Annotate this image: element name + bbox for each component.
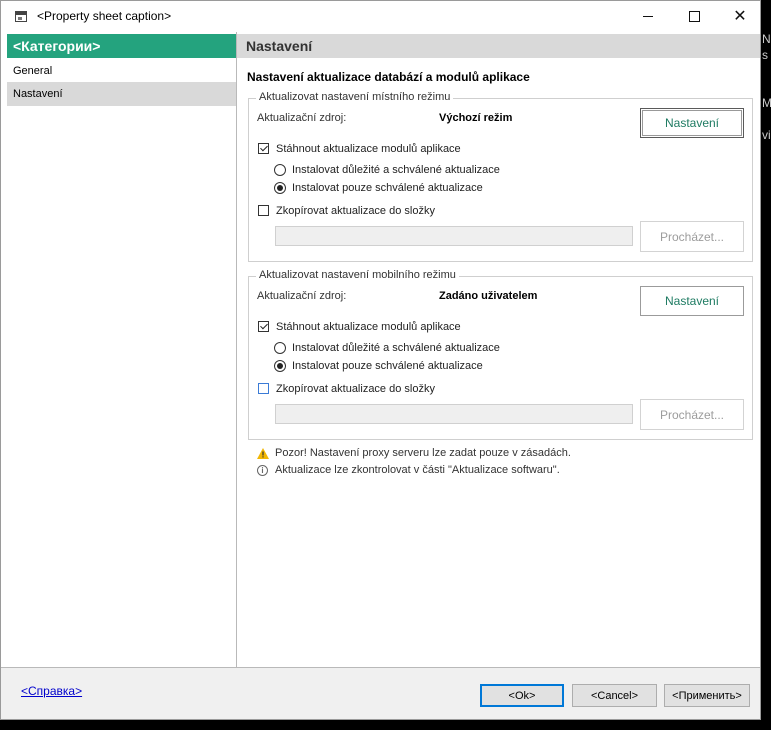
warning-text: Pozor! Nastavení proxy serveru lze zadat… xyxy=(275,447,571,459)
mobile-folder-input[interactable] xyxy=(275,404,633,424)
local-folder-input[interactable] xyxy=(275,226,633,246)
local-radio-approved[interactable] xyxy=(274,182,286,194)
local-browse-button[interactable]: Procházet... xyxy=(640,221,744,252)
mobile-copy-checkbox[interactable] xyxy=(258,383,269,394)
local-radio-important-label: Instalovat důležité a schválené aktualiz… xyxy=(292,164,500,176)
local-download-label: Stáhnout aktualizace modulů aplikace xyxy=(276,143,461,155)
mobile-radio-important[interactable] xyxy=(274,342,286,354)
mobile-source-label: Aktualizační zdroj: xyxy=(257,290,347,302)
help-link[interactable]: <Справка> xyxy=(21,684,82,698)
background-window-fragment: vi xyxy=(762,128,771,142)
apply-button[interactable]: <Применить> xyxy=(664,684,750,707)
local-source-label: Aktualizační zdroj: xyxy=(257,112,347,124)
settings-content: Nastavení Nastavení aktualizace databází… xyxy=(237,32,760,667)
title-bar: <Property sheet caption> ✕ xyxy=(1,1,760,32)
proxy-warning: Pozor! Nastavení proxy serveru lze zadat… xyxy=(257,447,571,459)
maximize-icon xyxy=(688,11,700,22)
maximize-button[interactable] xyxy=(671,1,717,32)
mobile-mode-legend: Aktualizovat nastavení mobilního režimu xyxy=(256,269,459,281)
window-title: <Property sheet caption> xyxy=(37,9,172,23)
info-text: Aktualizace lze zkontrolovat v části "Ak… xyxy=(275,464,560,476)
categories-header: <Категории> xyxy=(7,34,236,58)
local-settings-button[interactable]: Nastavení xyxy=(640,108,744,138)
content-header: Nastavení xyxy=(237,34,760,58)
update-info: i Aktualizace lze zkontrolovat v části "… xyxy=(257,464,560,476)
minimize-icon xyxy=(643,16,653,17)
sidebar-item-general[interactable]: General xyxy=(7,59,236,83)
category-sidebar: <Категории> General Nastavení xyxy=(1,32,237,667)
local-mode-group: Aktualizovat nastavení místního režimu A… xyxy=(248,91,753,262)
mobile-radio-important-label: Instalovat důležité a schválené aktualiz… xyxy=(292,342,500,354)
info-icon: i xyxy=(257,464,268,476)
local-radio-approved-label: Instalovat pouze schválené aktualizace xyxy=(292,182,483,194)
property-sheet-window: <Property sheet caption> ✕ <Категории> G… xyxy=(0,0,761,720)
mobile-browse-button[interactable]: Procházet... xyxy=(640,399,744,430)
mobile-download-checkbox[interactable] xyxy=(258,321,269,332)
background-window-fragment: N xyxy=(762,32,771,46)
window-app-icon xyxy=(15,11,27,22)
mobile-mode-group: Aktualizovat nastavení mobilního režimu … xyxy=(248,269,753,440)
cancel-button[interactable]: <Cancel> xyxy=(572,684,657,707)
local-radio-important[interactable] xyxy=(274,164,286,176)
background-window-fragment: Ma xyxy=(762,96,771,110)
mobile-radio-approved-label: Instalovat pouze schválené aktualizace xyxy=(292,360,483,372)
mobile-copy-label: Zkopírovat aktualizace do složky xyxy=(276,383,435,395)
ok-button[interactable]: <Ok> xyxy=(480,684,564,707)
local-copy-label: Zkopírovat aktualizace do složky xyxy=(276,205,435,217)
section-title: Nastavení aktualizace databází a modulů … xyxy=(247,70,530,84)
dialog-footer: <Справка> <Ok> <Cancel> <Применить> xyxy=(1,667,760,719)
minimize-button[interactable] xyxy=(625,1,671,32)
mobile-download-label: Stáhnout aktualizace modulů aplikace xyxy=(276,321,461,333)
local-download-checkbox[interactable] xyxy=(258,143,269,154)
mobile-radio-approved[interactable] xyxy=(274,360,286,372)
background-window-fragment: s xyxy=(762,48,768,62)
warning-icon xyxy=(257,447,269,459)
close-button[interactable]: ✕ xyxy=(717,1,760,32)
local-source-value: Výchozí režim xyxy=(439,112,513,124)
mobile-settings-button[interactable]: Nastavení xyxy=(640,286,744,316)
close-icon: ✕ xyxy=(733,7,747,25)
local-copy-checkbox[interactable] xyxy=(258,205,269,216)
sidebar-item-nastaveni[interactable]: Nastavení xyxy=(7,82,236,106)
mobile-source-value: Zadáno uživatelem xyxy=(439,290,538,302)
local-mode-legend: Aktualizovat nastavení místního režimu xyxy=(256,91,454,103)
